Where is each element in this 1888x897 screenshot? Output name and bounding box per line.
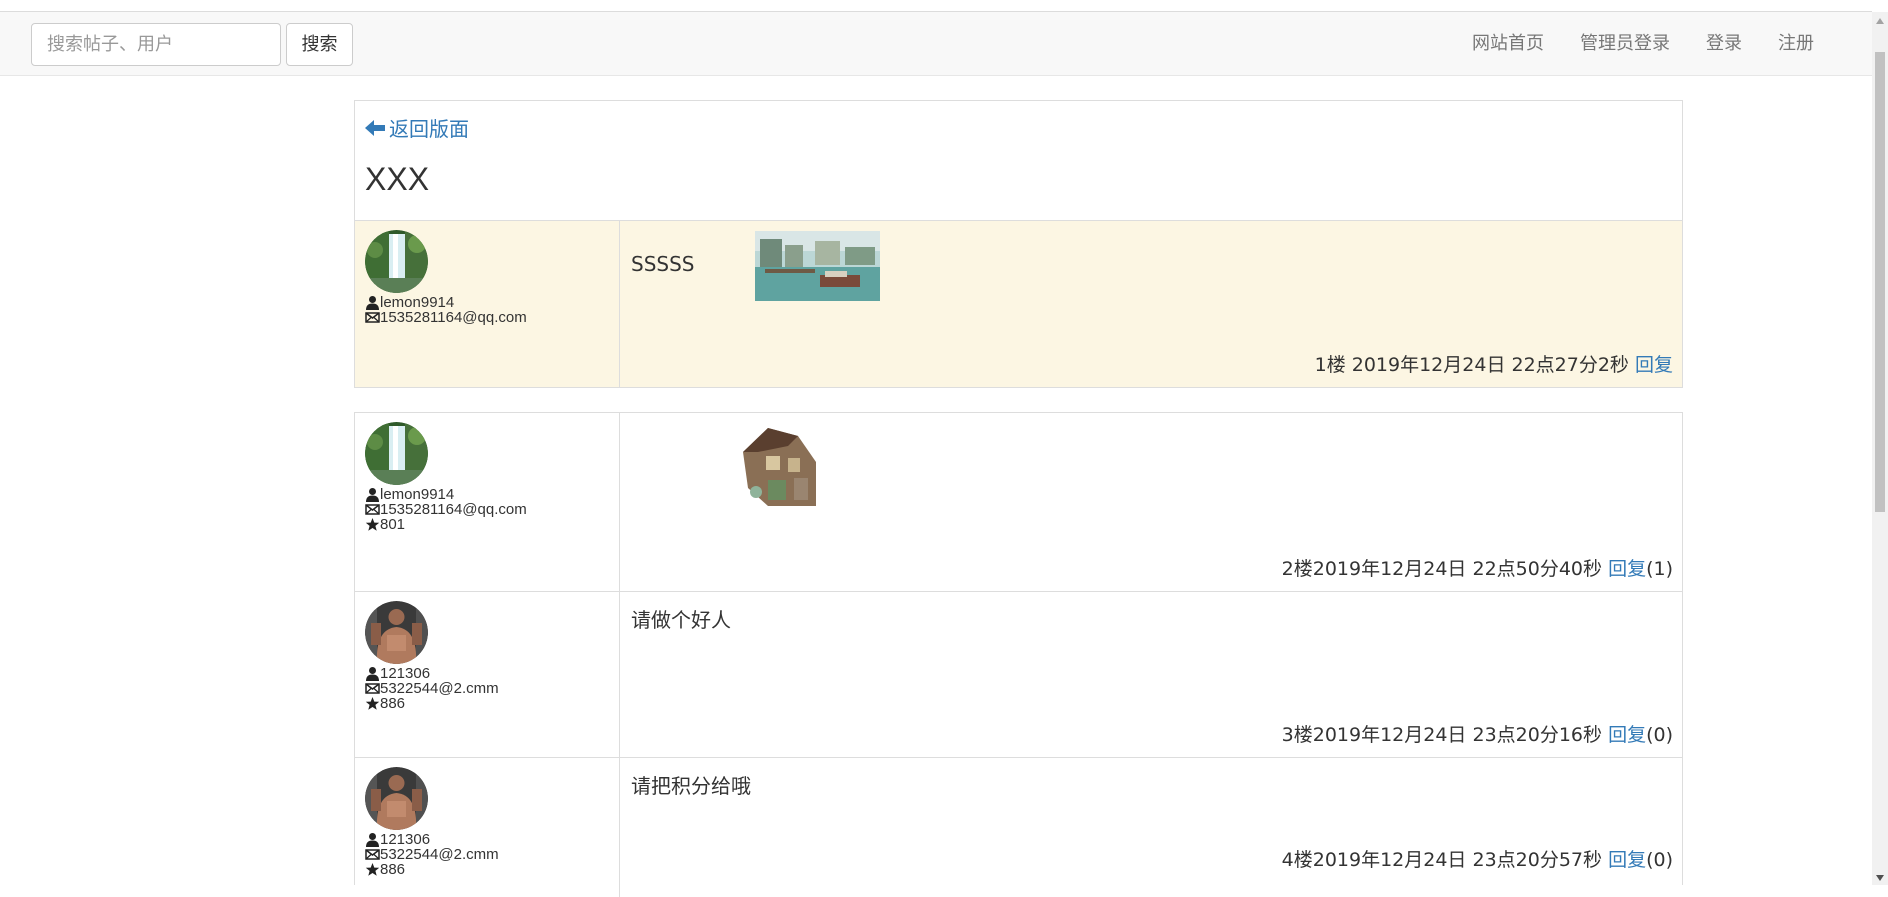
post-meta: 2楼2019年12月24日 22点50分40秒 回复(1) (1282, 554, 1673, 581)
main-post-table: lemon9914 1535281164@qq.com SSSSS 1楼 201… (354, 220, 1683, 388)
username-line: 121306 (365, 666, 609, 681)
reply-link[interactable]: 回复 (1608, 724, 1646, 746)
username[interactable]: lemon9914 (380, 487, 454, 502)
user-icon (366, 667, 379, 681)
username-line: lemon9914 (365, 487, 609, 502)
username[interactable]: 121306 (380, 666, 430, 681)
points-line: 801 (365, 517, 609, 532)
user-points: 801 (380, 516, 406, 533)
avatar[interactable] (365, 230, 428, 293)
points-line: 886 (365, 862, 609, 877)
reply-link[interactable]: 回复 (1608, 558, 1646, 580)
floor-timestamp: 2楼2019年12月24日 22点50分40秒 (1281, 558, 1603, 580)
email-line: 5322544@2.cmm (365, 847, 609, 862)
avatar[interactable] (365, 767, 428, 830)
email-line: 5322544@2.cmm (365, 681, 609, 696)
avatar[interactable] (365, 601, 428, 664)
user-icon (366, 833, 379, 847)
post-row-2: lemon9914 1535281164@qq.com 801 2楼2019年1… (355, 413, 1682, 591)
user-info: 121306 5322544@2.cmm 886 (355, 592, 620, 757)
email-line: 1535281164@qq.com (365, 502, 609, 517)
nav-admin-login-link[interactable]: 管理员登录 (1562, 12, 1688, 76)
replies-table: lemon9914 1535281164@qq.com 801 2楼2019年1… (354, 412, 1683, 897)
user-info: 121306 5322544@2.cmm 886 (355, 758, 620, 897)
user-email: 5322544@2.cmm (380, 846, 499, 863)
scroll-up-arrow[interactable] (1876, 18, 1884, 24)
envelope-icon (365, 504, 380, 515)
thread-header: 返回版面 XXX (354, 100, 1683, 221)
nav-links: 网站首页 管理员登录 登录 注册 (1454, 12, 1832, 76)
star-icon (365, 863, 380, 876)
nav-home-link[interactable]: 网站首页 (1454, 12, 1562, 76)
avatar[interactable] (365, 422, 428, 485)
user-info: lemon9914 1535281164@qq.com 801 (355, 413, 620, 591)
nav-register-link[interactable]: 注册 (1760, 12, 1832, 76)
thread-title: XXX (365, 161, 430, 197)
reply-link[interactable]: 回复 (1635, 354, 1673, 376)
user-email: 1535281164@qq.com (380, 309, 527, 326)
username-line: 121306 (365, 832, 609, 847)
user-points: 886 (380, 695, 406, 712)
star-icon (365, 518, 380, 531)
floor-timestamp: 3楼2019年12月24日 23点20分16秒 (1281, 724, 1603, 746)
user-info: lemon9914 1535281164@qq.com (355, 221, 620, 387)
post-meta: 3楼2019年12月24日 23点20分16秒 回复(0) (1282, 720, 1673, 747)
post-text: 请做个好人 (631, 608, 731, 632)
post-text: SSSSS (631, 252, 695, 276)
points-line: 886 (365, 696, 609, 711)
user-icon (366, 296, 379, 310)
post-image[interactable] (728, 422, 818, 506)
page-scrollbar[interactable] (1872, 12, 1888, 885)
user-email: 1535281164@qq.com (380, 501, 527, 518)
post-text: 请把积分给哦 (631, 774, 751, 798)
star-icon (365, 697, 380, 710)
nav-login-link[interactable]: 登录 (1688, 12, 1760, 76)
scroll-thumb[interactable] (1875, 52, 1885, 512)
post-content: 2楼2019年12月24日 22点50分40秒 回复(1) (620, 413, 1682, 591)
envelope-icon (365, 849, 380, 860)
navbar: 搜索帖子、用户 搜索 网站首页 管理员登录 登录 注册 (0, 12, 1872, 76)
post-row-1: lemon9914 1535281164@qq.com SSSSS 1楼 201… (355, 221, 1682, 387)
back-label: 返回版面 (389, 117, 469, 141)
username[interactable]: lemon9914 (380, 295, 454, 310)
search-input[interactable]: 搜索帖子、用户 (31, 23, 281, 66)
post-row-4: 121306 5322544@2.cmm 886 请把积分给哦 4楼2019年1… (355, 757, 1682, 897)
top-border (0, 0, 1872, 12)
envelope-icon (365, 683, 380, 694)
post-meta: 1楼 2019年12月24日 22点27分2秒 回复 (1315, 350, 1673, 377)
scroll-down-arrow[interactable] (1876, 875, 1884, 881)
arrow-left-icon (365, 119, 385, 136)
reply-count: (0) (1646, 724, 1673, 746)
post-content: SSSSS 1楼 2019年12月24日 22点27分2秒 回复 (620, 221, 1682, 387)
post-image[interactable] (755, 231, 880, 301)
user-icon (366, 488, 379, 502)
username[interactable]: 121306 (380, 832, 430, 847)
username-line: lemon9914 (365, 295, 609, 310)
back-to-board-link[interactable]: 返回版面 (365, 113, 469, 142)
search-button[interactable]: 搜索 (286, 23, 353, 66)
user-email: 5322544@2.cmm (380, 680, 499, 697)
floor-timestamp: 4楼2019年12月24日 23点20分57秒 (1281, 849, 1603, 871)
post-content: 请把积分给哦 4楼2019年12月24日 23点20分57秒 回复(0) (620, 758, 1682, 897)
reply-count: (1) (1646, 558, 1673, 580)
post-meta: 4楼2019年12月24日 23点20分57秒 回复(0) (1282, 845, 1673, 872)
floor-timestamp: 1楼 2019年12月24日 22点27分2秒 (1314, 354, 1629, 376)
reply-link[interactable]: 回复 (1608, 849, 1646, 871)
reply-count: (0) (1646, 849, 1673, 871)
user-points: 886 (380, 861, 406, 878)
envelope-icon (365, 312, 380, 323)
email-line: 1535281164@qq.com (365, 310, 609, 325)
post-content: 请做个好人 3楼2019年12月24日 23点20分16秒 回复(0) (620, 592, 1682, 757)
post-row-3: 121306 5322544@2.cmm 886 请做个好人 3楼2019年12… (355, 591, 1682, 757)
